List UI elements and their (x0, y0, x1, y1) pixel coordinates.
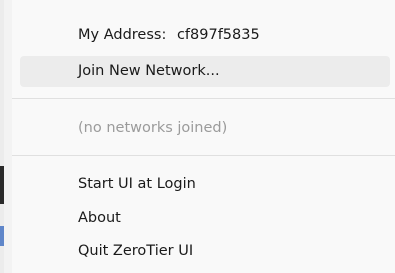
menu-item-join-new-network[interactable]: Join New Network... (20, 56, 390, 87)
start-ui-label: Start UI at Login (78, 176, 196, 192)
address-label: My Address: (78, 27, 167, 43)
menu-item-my-address[interactable]: My Address: cf897f5835 (20, 20, 390, 51)
menu-separator (12, 98, 395, 99)
menu-item-about[interactable]: About (20, 203, 390, 234)
background-blue-segment (0, 226, 4, 246)
no-networks-label: (no networks joined) (78, 120, 228, 136)
address-value: cf897f5835 (176, 27, 260, 43)
background-window-edge (0, 0, 4, 273)
menu-item-no-networks: (no networks joined) (20, 113, 390, 144)
menu-item-start-ui-at-login[interactable]: Start UI at Login (20, 169, 390, 200)
about-label: About (78, 210, 121, 226)
menu-separator (12, 155, 395, 156)
quit-label: Quit ZeroTier UI (78, 243, 194, 259)
join-network-label: Join New Network... (78, 63, 220, 79)
background-dark-segment (0, 166, 4, 204)
zerotier-tray-menu: My Address: cf897f5835 Join New Network.… (12, 0, 395, 273)
menu-item-quit[interactable]: Quit ZeroTier UI (20, 236, 390, 267)
screen: My Address: cf897f5835 Join New Network.… (0, 0, 395, 273)
